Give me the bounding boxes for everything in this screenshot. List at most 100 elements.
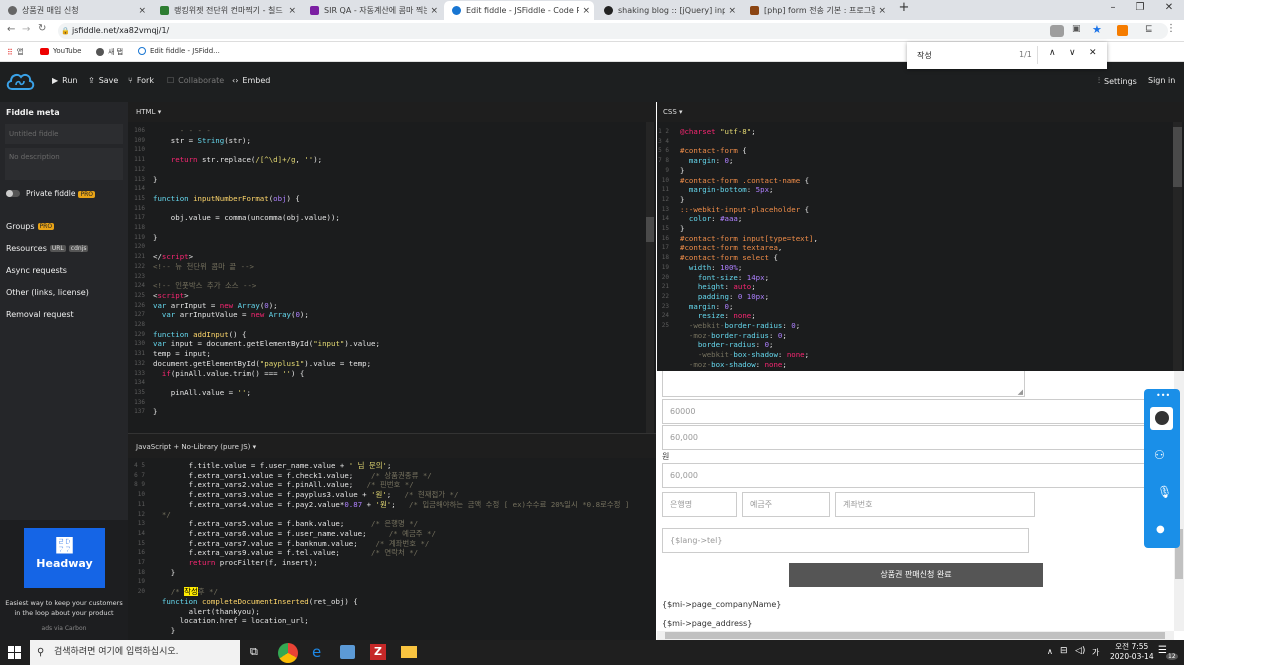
more-dots-icon[interactable]: ••• <box>1156 391 1170 400</box>
filezilla-taskbar-icon[interactable]: Z <box>370 644 386 660</box>
close-tab-icon[interactable]: × <box>878 6 886 16</box>
bookmark-youtube[interactable]: YouTube <box>40 47 81 55</box>
extension-icon[interactable] <box>1117 25 1128 36</box>
account-number-field[interactable]: 계좌번호 <box>835 492 1035 517</box>
restore-button[interactable]: ❐ <box>1128 2 1152 13</box>
bank-field[interactable]: 은행명 <box>662 492 737 517</box>
css-line-numbers: 1 2 3 4 5 6 7 8 9 10 11 12 13 14 15 16 1… <box>658 128 669 330</box>
avatar[interactable] <box>1150 407 1173 430</box>
browser-tab-4-active[interactable]: Edit fiddle - JSFiddle - Code Pl. × <box>444 1 594 20</box>
description-input[interactable]: No description <box>5 148 123 180</box>
save-button[interactable]: ⇪ Save <box>88 76 118 85</box>
jsfiddle-cloud-logo-icon[interactable] <box>5 69 35 93</box>
ime-indicator[interactable]: 가 <box>1092 647 1099 658</box>
bookmark-jsfiddle[interactable]: Edit fiddle - JSFidd... <box>138 47 220 55</box>
result-panel[interactable]: ◢ 60000 60,000 원 60,000 은행명 예금주 계좌번호 {$l… <box>657 371 1184 640</box>
html-code-area[interactable]: 106 109 110 111 112 113 114 115 116 117 … <box>128 122 656 433</box>
volume-icon[interactable]: ◁) <box>1075 646 1085 656</box>
notification-count: 12 <box>1166 653 1178 660</box>
chat-widget[interactable]: ••• ⚇ 🎙 ● <box>1144 389 1180 548</box>
microphone-icon[interactable]: 🎙 <box>1157 485 1172 499</box>
css-editor-panel[interactable]: CSS ▾ 1 2 3 4 5 6 7 8 9 10 11 12 13 14 1… <box>657 102 1184 371</box>
payplus1-field[interactable]: 60000 <box>662 399 1172 424</box>
signin-button[interactable]: Sign in <box>1148 76 1175 85</box>
edge-taskbar-icon[interactable]: e <box>312 643 321 661</box>
browser-tab-6[interactable]: [php] form 전송 기본 : 프로그램 × <box>742 1 890 20</box>
private-fiddle-label: Private fiddle PRO <box>26 189 95 198</box>
back-icon[interactable]: ← <box>7 24 15 35</box>
payplus3-field[interactable]: 60,000 <box>662 463 1172 488</box>
install-icon[interactable]: ▣ <box>1072 24 1081 34</box>
private-toggle[interactable] <box>6 190 20 197</box>
bookmark-star-icon[interactable]: ★ <box>1092 23 1102 36</box>
translate-icon[interactable] <box>1050 25 1064 37</box>
removal-request-item[interactable]: Removal request <box>6 310 74 319</box>
submit-button[interactable]: 상품권 판매신청 완료 <box>789 563 1043 587</box>
chrome-taskbar-icon[interactable] <box>278 643 298 663</box>
menu-kebab-icon[interactable]: ⋮ <box>1166 23 1176 34</box>
app-taskbar-icon[interactable] <box>340 645 355 659</box>
scroll-thumb[interactable] <box>646 217 654 242</box>
payplus2-field[interactable]: 60,000 <box>662 425 1172 450</box>
fiddle-title-input[interactable]: Untitled fiddle <box>5 124 123 144</box>
html-scrollbar[interactable] <box>646 122 654 433</box>
url-field[interactable]: 🔒 jsfiddle.net/xa82vmqj/1/ <box>58 23 1168 39</box>
extension-2-icon[interactable]: ⊑ <box>1145 24 1153 34</box>
new-tab-button[interactable]: + <box>892 0 916 15</box>
css-code-area[interactable]: 1 2 3 4 5 6 7 8 9 10 11 12 13 14 15 16 1… <box>657 122 1184 371</box>
bookmark-new-tab[interactable]: 새 탭 <box>96 47 123 57</box>
resize-handle-icon[interactable]: ◢ <box>1018 388 1023 396</box>
textarea-field[interactable]: ◢ <box>662 371 1025 397</box>
find-input[interactable]: 작성 <box>917 50 932 61</box>
fork-button[interactable]: ⑂ Fork <box>128 76 154 85</box>
find-next-icon[interactable]: ∨ <box>1069 48 1076 58</box>
collaborate-button[interactable]: ☐ Collaborate <box>167 76 224 85</box>
bookmark-apps[interactable]: ⠿ 앱 <box>7 47 23 57</box>
tel-field[interactable]: {$lang->tel} <box>662 528 1029 553</box>
close-tab-icon[interactable]: × <box>430 6 438 16</box>
find-close-icon[interactable]: ✕ <box>1089 48 1097 58</box>
network-icon[interactable]: ⊟ <box>1060 646 1068 656</box>
scroll-thumb[interactable] <box>665 632 1165 639</box>
run-button[interactable]: ▶ Run <box>52 76 78 85</box>
carbon-ad[interactable]: ⵷ Headway Easiest way to keep your custo… <box>0 520 128 640</box>
browser-tab-5[interactable]: shaking blog :: [jQuery] input박× <box>596 1 740 20</box>
css-scrollbar[interactable] <box>1173 122 1182 371</box>
tray-chevron-icon[interactable]: ∧ <box>1047 647 1053 656</box>
find-prev-icon[interactable]: ∧ <box>1049 48 1056 58</box>
other-links-item[interactable]: Other (links, license) <box>6 288 89 297</box>
resources-item[interactable]: Resources URL cdnjs <box>6 244 89 253</box>
js-editor-panel[interactable]: JavaScript + No-Library (pure JS) ▾ 4 5 … <box>128 433 656 641</box>
browser-tab-2[interactable]: 랭킹위젯 전단위 컨마찍기 - 칠드 × <box>152 1 300 20</box>
browser-tab-1[interactable]: 상품권 매입 신청 × <box>0 1 150 20</box>
task-view-icon[interactable]: ⧉ <box>250 645 258 659</box>
close-tab-icon[interactable]: × <box>288 6 296 16</box>
js-panel-label[interactable]: JavaScript + No-Library (pure JS) ▾ <box>136 443 256 451</box>
reload-icon[interactable]: ↻ <box>38 23 46 34</box>
html-editor-panel[interactable]: HTML ▾ 106 109 110 111 112 113 114 115 1… <box>128 102 656 433</box>
windows-start-icon[interactable] <box>8 646 21 659</box>
jsfiddle-icon <box>138 47 146 55</box>
browser-tab-3[interactable]: SIR QA - 자동계산에 콤마 찍는 × <box>302 1 442 20</box>
minimize-button[interactable]: – <box>1101 2 1125 13</box>
js-code-area[interactable]: 4 5 6 7 8 9 10 11 12 13 14 15 16 17 18 1… <box>128 458 656 641</box>
settings-button[interactable]: ⫶ Settings <box>1098 76 1137 86</box>
clock[interactable]: 오전 7:55 2020-03-14 <box>1110 642 1154 662</box>
html-panel-label[interactable]: HTML ▾ <box>136 108 161 116</box>
groups-item[interactable]: Groups PRO <box>6 222 55 231</box>
taskbar-search-box[interactable]: ⚲ 검색하려면 여기에 입력하십시오. <box>30 640 240 665</box>
forward-icon[interactable]: → <box>22 24 30 35</box>
chat-bubble-icon[interactable]: ● <box>1156 524 1165 535</box>
async-requests-item[interactable]: Async requests <box>6 266 67 275</box>
scroll-thumb[interactable] <box>1173 127 1182 187</box>
file-explorer-icon[interactable] <box>401 646 417 658</box>
result-hscrollbar[interactable] <box>657 631 1174 640</box>
close-tab-icon[interactable]: × <box>728 6 736 16</box>
close-tab-icon[interactable]: × <box>138 6 146 16</box>
css-panel-label[interactable]: CSS ▾ <box>663 108 683 116</box>
account-holder-field[interactable]: 예금주 <box>742 492 830 517</box>
close-window-button[interactable]: ✕ <box>1157 2 1181 13</box>
embed-button[interactable]: ‹› Embed <box>232 76 270 85</box>
add-user-icon[interactable]: ⚇ <box>1154 448 1165 462</box>
close-tab-icon[interactable]: × <box>582 6 590 16</box>
